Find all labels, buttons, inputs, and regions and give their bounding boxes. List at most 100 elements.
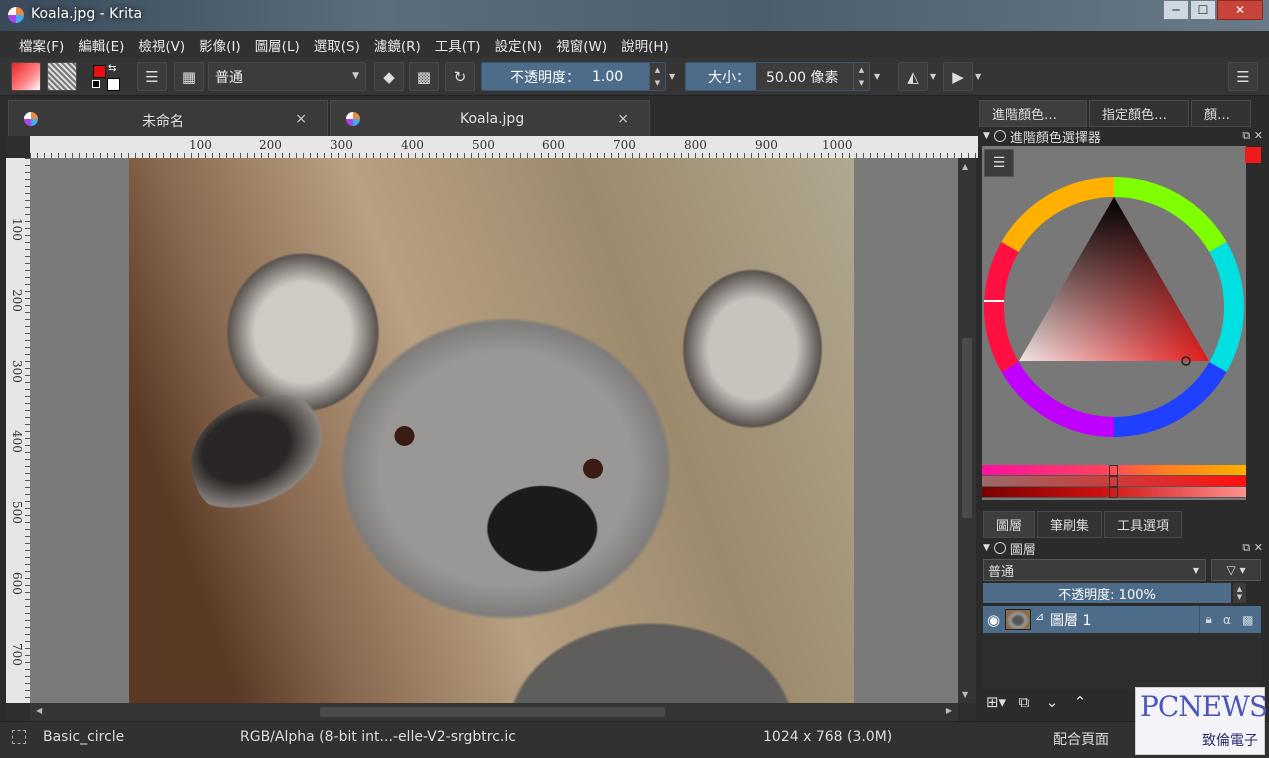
menu-tools[interactable]: 工具(T) (428, 35, 488, 55)
layer-name[interactable]: 圖層 1 (1050, 610, 1091, 630)
blend-mode-select[interactable]: 普通 ▼ (208, 62, 366, 91)
advanced-color-selector[interactable] (982, 146, 1246, 500)
menu-filter[interactable]: 濾鏡(R) (367, 35, 428, 55)
foreground-color-swatch[interactable] (93, 65, 106, 78)
menu-layer[interactable]: 圖層(L) (248, 35, 307, 55)
preserve-alpha-button[interactable]: ▩ (409, 62, 439, 91)
menu-edit[interactable]: 編輯(E) (71, 35, 131, 55)
chevron-down-icon[interactable]: ▼ (859, 79, 864, 87)
tab-tool-options[interactable]: 工具選項 (1104, 511, 1183, 538)
lock-icon[interactable] (993, 542, 1006, 554)
background-color-swatch[interactable] (107, 78, 120, 91)
duplicate-layer-icon[interactable]: ⧉ (1013, 693, 1035, 711)
menu-file[interactable]: 檔案(F) (12, 35, 71, 55)
inherit-alpha-icon[interactable]: ▩ (1242, 613, 1253, 627)
zoom-mode[interactable]: 配合頁面 (1053, 729, 1109, 749)
value-slider[interactable] (982, 487, 1246, 498)
scroll-right-icon[interactable]: ▶ (946, 706, 952, 715)
visibility-eye-icon[interactable]: ◉ (987, 611, 1000, 629)
menu-help[interactable]: 說明(H) (614, 35, 676, 55)
tab-specific-color[interactable]: 指定顏色… (1089, 100, 1189, 127)
mirror-horizontal-button[interactable]: ◭ (898, 62, 928, 91)
mirror-vertical-button[interactable]: ▶ (943, 62, 973, 91)
fg-bg-color-selector[interactable]: ⇆ (90, 62, 124, 91)
color-sliders[interactable] (982, 465, 1246, 498)
opacity-stepper[interactable]: ▲ ▼ (649, 63, 665, 90)
tab-layers[interactable]: 圖層 (983, 511, 1036, 538)
brush-toolbar: ⇆ ☰ ▦ 普通 ▼ ◆ ▩ ↻ 不透明度： 1.00 ▲ ▼ ▼ 大小： 50.… (0, 58, 1269, 96)
maximize-button[interactable]: ☐ (1190, 0, 1216, 20)
lock-layer-icon[interactable]: 🔒︎ (1206, 612, 1212, 627)
chevron-down-icon[interactable]: ▼ (1237, 593, 1242, 601)
watermark-subtitle: 致倫電子 (1202, 733, 1258, 749)
size-spinbox[interactable]: 大小： 50.00 像素 ▲ ▼ (685, 62, 870, 91)
swap-colors-icon[interactable]: ⇆ (108, 63, 116, 74)
scroll-down-icon[interactable]: ▼ (962, 690, 968, 699)
canvas-viewport[interactable] (30, 158, 958, 703)
reset-colors-icon[interactable] (92, 80, 100, 88)
collapse-icon[interactable]: ▼ (983, 543, 990, 553)
layer-opacity-slider[interactable]: 不透明度: 100% (983, 583, 1231, 603)
slider-handle[interactable] (1109, 465, 1118, 476)
tab-color-more[interactable]: 顏… (1191, 100, 1251, 127)
alpha-lock-icon[interactable]: α (1223, 613, 1231, 627)
mirror-v-dropdown-icon[interactable]: ▼ (975, 72, 981, 81)
float-close-icon[interactable]: ⧉ ✕ (1242, 541, 1263, 555)
collapse-icon[interactable]: ▼ (983, 131, 990, 141)
scroll-thumb[interactable] (320, 707, 665, 717)
minimize-button[interactable]: ─ (1163, 0, 1189, 20)
layer-filter-button[interactable]: ▽ ▾ (1211, 559, 1261, 581)
close-tab-icon[interactable]: ⨯ (295, 111, 307, 127)
chevron-up-icon[interactable]: ▲ (1237, 585, 1242, 593)
horizontal-scrollbar[interactable]: ◀ ▶ (30, 703, 958, 721)
pattern-selector[interactable] (47, 62, 77, 91)
move-down-icon[interactable]: ⌄ (1041, 693, 1063, 711)
move-up-icon[interactable]: ⌃ (1069, 693, 1091, 711)
tab-koala[interactable]: Koala.jpg ⨯ (330, 100, 650, 136)
image-dimensions[interactable]: 1024 x 768 (3.0M) (763, 729, 892, 745)
menu-view[interactable]: 檢視(V) (131, 35, 192, 55)
layer-opacity-stepper[interactable]: ▲ ▼ (1233, 583, 1246, 603)
brush-editor-button[interactable]: ☰ (137, 62, 167, 91)
close-tab-icon[interactable]: ⨯ (617, 111, 629, 127)
layer-blend-select[interactable]: 普通 ▼ (983, 559, 1206, 581)
menu-settings[interactable]: 設定(N) (488, 35, 550, 55)
menu-select[interactable]: 選取(S) (307, 35, 367, 55)
hue-slider[interactable] (982, 465, 1246, 476)
close-button[interactable]: ✕ (1217, 0, 1263, 20)
eraser-mode-button[interactable]: ◆ (374, 62, 404, 91)
layer-row[interactable]: ◉ ⊿ 圖層 1 🔒︎ α ▩ (983, 606, 1261, 633)
menu-window[interactable]: 視窗(W) (549, 35, 614, 55)
color-wheel[interactable] (982, 146, 1246, 462)
brush-presets-button[interactable]: ▦ (174, 62, 204, 91)
koala-photo[interactable] (129, 158, 854, 703)
paint-layer-icon: ⊿ (1035, 610, 1045, 623)
tab-advanced-color[interactable]: 進階顏色… (979, 100, 1087, 127)
reload-preset-button[interactable]: ↻ (445, 62, 475, 91)
size-stepper[interactable]: ▲ ▼ (853, 63, 869, 90)
slider-handle[interactable] (1109, 487, 1118, 498)
toolbar-menu-button[interactable]: ☰ (1228, 62, 1258, 91)
chevron-up-icon[interactable]: ▲ (655, 66, 660, 74)
tab-untitled[interactable]: 未命名 ⨯ (8, 100, 328, 136)
scroll-left-icon[interactable]: ◀ (36, 706, 42, 715)
mirror-h-dropdown-icon[interactable]: ▼ (930, 72, 936, 81)
scroll-up-icon[interactable]: ▲ (962, 162, 968, 171)
tab-brush-presets[interactable]: 筆刷集 (1037, 511, 1103, 538)
opacity-spinbox[interactable]: 不透明度： 1.00 ▲ ▼ (481, 62, 666, 91)
lock-icon[interactable] (993, 130, 1006, 142)
menu-image[interactable]: 影像(I) (192, 35, 248, 55)
slider-handle[interactable] (1109, 476, 1118, 487)
chevron-down-icon[interactable]: ▼ (655, 79, 660, 87)
scroll-thumb[interactable] (962, 338, 972, 518)
chevron-up-icon[interactable]: ▲ (859, 66, 864, 74)
float-close-icon[interactable]: ⧉ ✕ (1242, 129, 1263, 143)
opacity-dropdown-icon[interactable]: ▼ (669, 72, 675, 81)
saturation-slider[interactable] (982, 476, 1246, 487)
size-dropdown-icon[interactable]: ▼ (874, 72, 880, 81)
add-layer-icon[interactable]: ⊞▾ (985, 693, 1007, 711)
gradient-selector[interactable] (11, 62, 41, 91)
vertical-scrollbar[interactable]: ▲ ▼ (958, 158, 976, 703)
color-selector-settings-button[interactable]: ☰ (984, 149, 1014, 177)
current-brush[interactable]: Basic_circle (43, 729, 124, 745)
